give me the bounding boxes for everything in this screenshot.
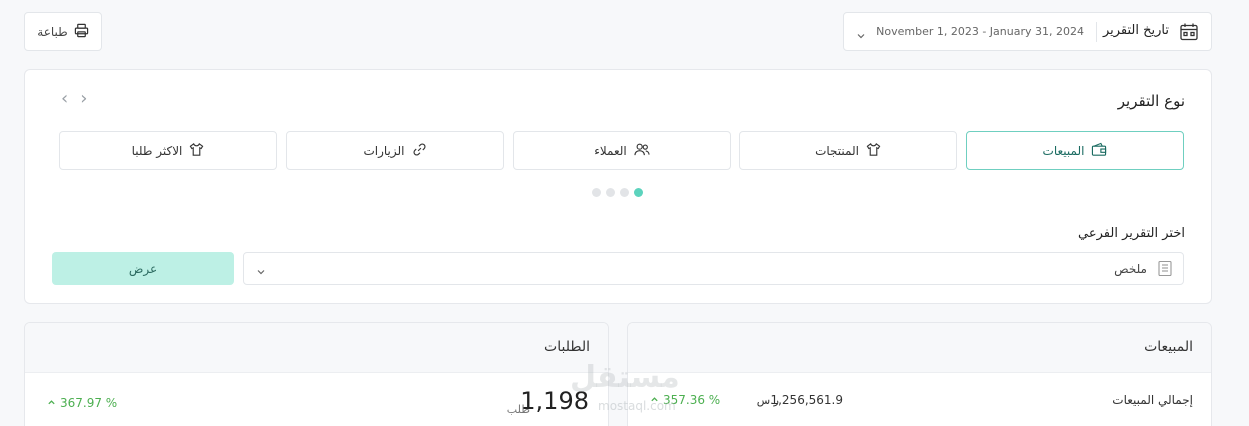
card-body: إجمالي المبيعات 1,256,561.9 ر.س 357.36 % bbox=[628, 373, 1211, 426]
report-type-label: المنتجات bbox=[815, 143, 859, 158]
card-header: المبيعات bbox=[628, 323, 1211, 373]
users-icon bbox=[634, 142, 650, 160]
date-range-value: November 1, 2023 - January 31, 2024 bbox=[876, 25, 1084, 38]
card-body: 1,198 طلب 367.97 % bbox=[25, 373, 608, 426]
sub-report-select[interactable]: ملخص bbox=[243, 252, 1184, 285]
report-type-visits[interactable]: الزيارات bbox=[286, 131, 504, 170]
report-type-label: المبيعات bbox=[1042, 143, 1085, 158]
pager-dot-active[interactable] bbox=[634, 188, 643, 197]
printer-icon bbox=[74, 23, 89, 41]
sub-report-value: ملخص bbox=[1114, 262, 1147, 276]
card-header: الطلبات bbox=[25, 323, 608, 373]
link-icon bbox=[412, 142, 427, 160]
carousel-nav: ‹ › bbox=[61, 90, 87, 108]
sub-report-label: اختر التقرير الفرعي bbox=[1078, 226, 1185, 241]
report-type-label: العملاء bbox=[594, 143, 627, 158]
document-icon bbox=[1157, 260, 1173, 281]
arrow-up-icon bbox=[47, 396, 56, 410]
chevron-left-icon[interactable]: ‹ bbox=[61, 90, 68, 108]
date-label: تاريخ التقرير bbox=[1102, 23, 1169, 38]
orders-change-badge: 367.97 % bbox=[47, 396, 117, 410]
currency-label: ر.س bbox=[756, 394, 779, 407]
report-type-list: الاكثر طلبا الزيارات العملاء المنتجات ال… bbox=[59, 131, 1184, 171]
total-sales-label: إجمالي المبيعات bbox=[1112, 393, 1193, 407]
pager-dot[interactable] bbox=[620, 188, 629, 197]
report-type-most-ordered[interactable]: الاكثر طلبا bbox=[59, 131, 277, 170]
chevron-down-icon bbox=[856, 26, 866, 45]
orders-summary-card: الطلبات 1,198 طلب 367.97 % bbox=[24, 322, 609, 426]
sales-title: المبيعات bbox=[1144, 339, 1193, 355]
report-type-sales[interactable]: المبيعات bbox=[966, 131, 1184, 170]
divider bbox=[1096, 22, 1097, 42]
report-type-label: الزيارات bbox=[363, 143, 405, 158]
chevron-right-icon[interactable]: › bbox=[80, 90, 87, 108]
orders-unit: طلب bbox=[506, 403, 530, 416]
pager-dot[interactable] bbox=[606, 188, 615, 197]
watermark-url: mostaql.com bbox=[598, 399, 676, 413]
tshirt-icon bbox=[866, 142, 881, 160]
report-type-customers[interactable]: العملاء bbox=[513, 131, 731, 170]
orders-change-value: 367.97 % bbox=[60, 396, 118, 410]
watermark-logo: مستقل bbox=[570, 360, 680, 395]
show-button[interactable]: عرض bbox=[52, 252, 234, 285]
orders-title: الطلبات bbox=[544, 339, 590, 355]
sales-summary-card: المبيعات إجمالي المبيعات 1,256,561.9 ر.س… bbox=[627, 322, 1212, 426]
total-sales-amount: 1,256,561.9 bbox=[770, 393, 843, 407]
pager-dot[interactable] bbox=[592, 188, 601, 197]
report-type-card: نوع التقرير ‹ › الاكثر طلبا الزيارات الع… bbox=[24, 69, 1212, 304]
print-button[interactable]: طباعة bbox=[24, 12, 102, 51]
wallet-icon bbox=[1091, 142, 1107, 160]
tshirt-icon bbox=[189, 142, 204, 160]
report-type-title: نوع التقرير bbox=[1117, 92, 1185, 110]
report-type-products[interactable]: المنتجات bbox=[739, 131, 957, 170]
date-range-picker[interactable]: تاريخ التقرير November 1, 2023 - January… bbox=[843, 12, 1212, 51]
report-type-label: الاكثر طلبا bbox=[131, 143, 183, 158]
print-label: طباعة bbox=[37, 24, 68, 39]
chevron-down-icon bbox=[256, 262, 266, 281]
carousel-pager bbox=[592, 188, 643, 197]
calendar-icon bbox=[1179, 22, 1199, 46]
